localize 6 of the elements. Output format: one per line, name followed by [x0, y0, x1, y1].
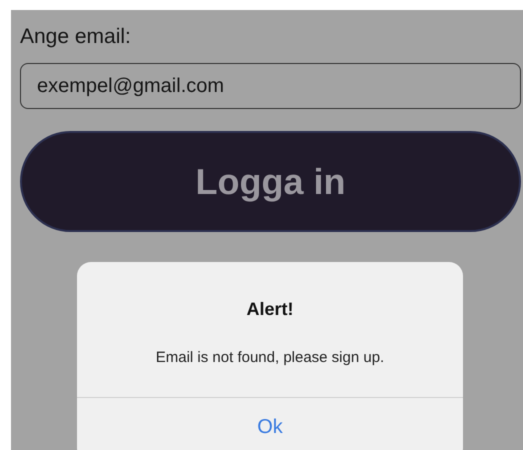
login-button[interactable]: Logga in	[20, 131, 521, 232]
alert-message: Email is not found, please sign up.	[154, 348, 386, 368]
email-field[interactable]: exempel@gmail.com	[20, 63, 521, 109]
email-label: Ange email:	[20, 24, 132, 50]
alert-title: Alert!	[245, 298, 294, 321]
ok-button[interactable]: Ok	[77, 398, 463, 450]
